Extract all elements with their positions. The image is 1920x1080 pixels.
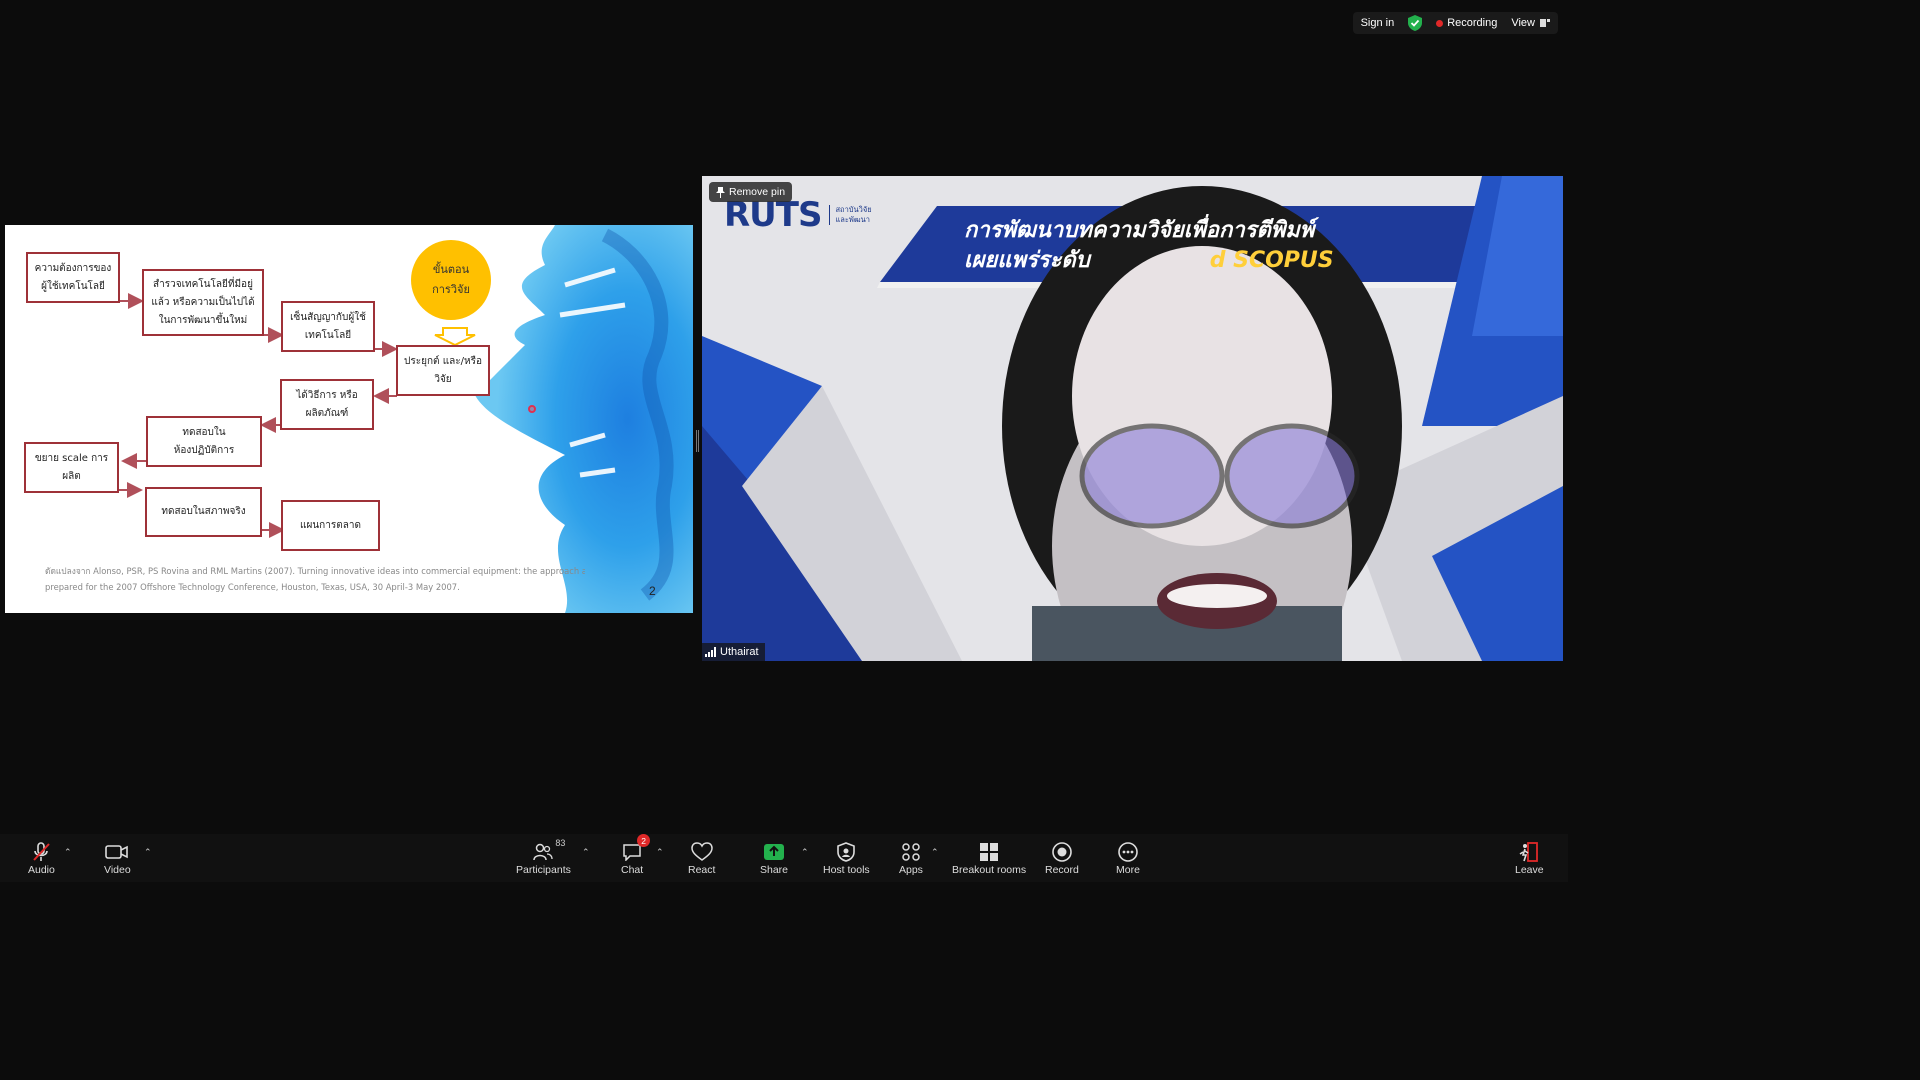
signal-strength-icon: [705, 647, 716, 657]
top-status-bar: Sign in Recording View: [1352, 12, 1558, 34]
participants-label: Participants: [516, 864, 571, 876]
banner-line-2-scopus: d SCOPUS: [1209, 248, 1334, 273]
flow-box-method-product: ได้วิธีการ หรือ ผลิตภัณฑ์: [280, 379, 374, 430]
video-options-chevron-icon[interactable]: ⌃: [144, 847, 152, 858]
flow-box-apply-research: ประยุกต์ และ/หรือ วิจัย: [396, 345, 490, 396]
record-button[interactable]: Record: [1045, 840, 1079, 876]
apps-options-chevron-icon[interactable]: ⌃: [931, 847, 939, 858]
apps-label: Apps: [899, 864, 923, 876]
chat-button[interactable]: 2 Chat: [621, 834, 651, 876]
remove-pin-button[interactable]: Remove pin: [709, 182, 793, 202]
apps-icon: [902, 843, 920, 861]
flow-box-survey-technology: สำรวจเทคโนโลยีที่มีอยู่ แล้ว หรือความเป็…: [142, 269, 264, 336]
host-tools-shield-icon: [837, 842, 856, 862]
view-label: View: [1511, 17, 1535, 29]
flow-box-marketing-plan: แผนการตลาด: [281, 500, 380, 551]
video-button[interactable]: Video: [104, 840, 131, 876]
splitter-handle[interactable]: [696, 430, 699, 452]
ruts-logo-text: RUTS: [724, 195, 822, 235]
react-button[interactable]: React: [688, 840, 715, 876]
citation-line-2: prepared for the 2007 Offshore Technolog…: [45, 582, 460, 592]
research-steps-circle: ขั้นตอน การวิจัย: [411, 240, 491, 320]
host-tools-button[interactable]: Host tools: [823, 840, 870, 876]
share-screen-icon: [764, 844, 785, 860]
leave-label: Leave: [1515, 864, 1544, 876]
record-icon: [1052, 842, 1072, 862]
remove-pin-label: Remove pin: [729, 186, 786, 198]
view-button[interactable]: View: [1511, 17, 1550, 29]
participant-name: Uthairat: [720, 646, 759, 658]
participants-icon: [533, 843, 554, 861]
recording-label: Recording: [1447, 17, 1498, 29]
breakout-rooms-icon: [980, 843, 999, 861]
leave-button[interactable]: Leave: [1515, 840, 1544, 876]
meeting-toolbar: Audio ⌃ Video ⌃ 83 Participants ⌃ 2 Chat…: [0, 834, 1568, 882]
more-label: More: [1116, 864, 1140, 876]
breakout-rooms-label: Breakout rooms: [952, 864, 1027, 876]
more-ellipsis-icon: [1118, 842, 1138, 862]
ruts-institute-label: สถาบันวิจัย และพัฒนา: [829, 205, 872, 225]
video-label: Video: [104, 864, 131, 876]
react-label: React: [688, 864, 716, 876]
slide-citation: ดัดแปลงจาก Alonso, PSR, PS Rovina and RM…: [45, 563, 585, 595]
banner-line-2-thai: เผยแพร่ระดับ: [964, 248, 1090, 273]
annotation-pointer-icon: [528, 405, 536, 413]
flow-box-user-needs: ความต้องการของ ผู้ใช้เทคโนโลยี: [26, 252, 120, 303]
speaker-video-tile[interactable]: RUTS สถาบันวิจัย และพัฒนา การพัฒนาบทความ…: [702, 176, 1563, 661]
banner-line-1: การพัฒนาบทความวิจัยเพื่อการตีพิมพ์: [964, 218, 1315, 243]
chat-label: Chat: [621, 864, 644, 876]
share-label: Share: [760, 864, 789, 876]
more-button[interactable]: More: [1116, 840, 1140, 876]
ruts-logo: RUTS สถาบันวิจัย และพัฒนา: [724, 198, 872, 232]
audio-button[interactable]: Audio: [28, 840, 55, 876]
apps-button[interactable]: Apps: [899, 840, 923, 876]
camera-icon: [105, 845, 129, 859]
recording-dot-icon: [1436, 19, 1444, 27]
audio-label: Audio: [28, 864, 55, 876]
view-layout-icon: [1540, 19, 1550, 27]
participants-button[interactable]: 83 Participants: [516, 838, 571, 876]
sign-in-link[interactable]: Sign in: [1361, 17, 1395, 29]
host-tools-label: Host tools: [823, 864, 870, 876]
recording-indicator[interactable]: Recording: [1436, 17, 1497, 29]
participants-count: 83: [555, 838, 566, 848]
chat-unread-badge: 2: [637, 834, 651, 847]
event-banner: การพัฒนาบทความวิจัยเพื่อการตีพิมพ์ เผยแพ…: [964, 216, 1334, 276]
flow-box-scale-up: ขยาย scale การ ผลิต: [24, 442, 119, 493]
share-button[interactable]: Share: [760, 840, 788, 876]
heart-icon: [690, 842, 713, 861]
pin-icon: [716, 186, 725, 198]
record-label: Record: [1045, 864, 1079, 876]
encryption-shield-icon[interactable]: [1408, 15, 1423, 31]
breakout-rooms-button[interactable]: Breakout rooms: [952, 840, 1026, 876]
participants-options-chevron-icon[interactable]: ⌃: [582, 847, 590, 858]
participant-name-tag: Uthairat: [702, 643, 765, 661]
chat-options-chevron-icon[interactable]: ⌃: [656, 847, 664, 858]
flow-box-field-testing: ทดสอบในสภาพจริง: [145, 487, 262, 537]
slide-page-number: 2: [649, 584, 656, 598]
share-options-chevron-icon[interactable]: ⌃: [801, 847, 809, 858]
flow-box-lab-testing: ทดสอบใน ห้องปฏิบัติการ: [146, 416, 262, 467]
audio-options-chevron-icon[interactable]: ⌃: [64, 847, 72, 858]
mic-muted-icon: [33, 842, 51, 861]
leave-door-icon: [1519, 842, 1539, 862]
shared-screen-slide[interactable]: ความต้องการของ ผู้ใช้เทคโนโลยี สำรวจเทคโ…: [5, 225, 693, 613]
flow-box-sign-contract: เซ็นสัญญากับผู้ใช้ เทคโนโลยี: [281, 301, 375, 352]
citation-line-1: ดัดแปลงจาก Alonso, PSR, PS Rovina and RM…: [45, 566, 585, 576]
